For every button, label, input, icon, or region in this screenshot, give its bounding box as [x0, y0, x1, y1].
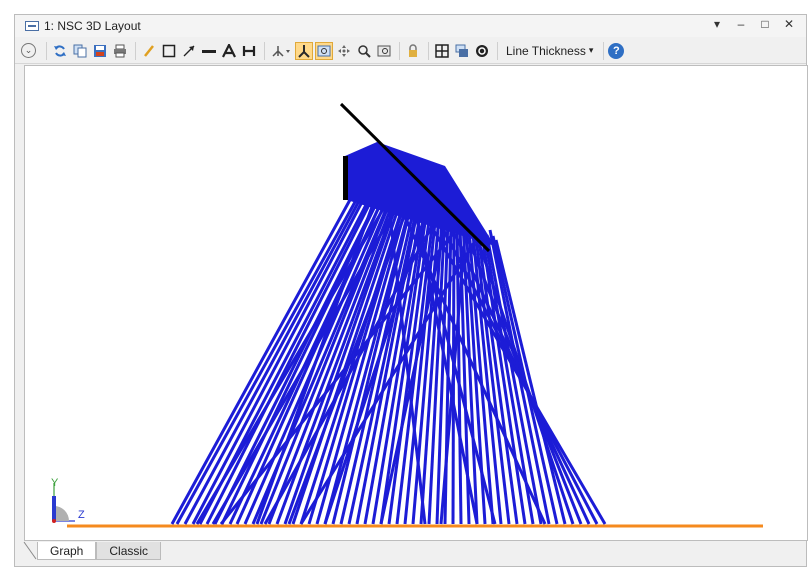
refresh-icon [54, 44, 66, 57]
tab-corner-icon [23, 541, 37, 560]
axes-icon [298, 44, 310, 58]
toolbar: ⌄ Line Thickness ▾ ? [15, 38, 806, 64]
axis-origin [52, 519, 56, 523]
arrow-icon [183, 45, 195, 56]
window-icon [25, 21, 39, 31]
windows-icon [455, 44, 468, 57]
caret-down-icon: ▾ [588, 45, 594, 55]
fit-view-button[interactable] [315, 41, 333, 60]
help-button[interactable]: ? [608, 42, 625, 59]
copy-icon [73, 44, 87, 57]
maximize-button[interactable]: □ [758, 17, 772, 31]
line-icon [202, 49, 216, 53]
layout-plot-area[interactable]: YZ [24, 65, 808, 541]
draw-dimension-button[interactable] [240, 42, 258, 60]
view-tabs: Graph Classic [23, 540, 162, 560]
animate-button[interactable] [473, 42, 491, 60]
toolbar-separator [135, 41, 136, 60]
rectangle-icon [162, 44, 176, 57]
draw-pencil-button[interactable] [140, 42, 158, 60]
layout-grid-button[interactable] [433, 42, 451, 60]
axis-quadrant [54, 506, 69, 521]
ray-path [485, 234, 543, 525]
toolbar-separator [399, 41, 400, 60]
line-thickness-dropdown[interactable]: Line Thickness ▾ [506, 44, 593, 58]
zoom-window-button[interactable] [375, 42, 393, 60]
nsc-3d-layout-window: 1: NSC 3D Layout ▾ – □ ✕ ⌄ Line Thicknes… [14, 14, 808, 567]
axis-origin-bar [52, 496, 56, 521]
draw-rectangle-button[interactable] [160, 42, 178, 60]
tab-classic[interactable]: Classic [96, 542, 162, 560]
source-edge [343, 156, 348, 200]
window-controls: ▾ – □ ✕ [710, 17, 796, 31]
rotate-view-button[interactable] [269, 42, 293, 60]
toolbar-separator [46, 41, 47, 60]
zoom-window-icon [377, 45, 391, 56]
rotate-axes-icon [272, 45, 290, 57]
windows-button[interactable] [453, 42, 471, 60]
help-icon: ? [612, 44, 620, 57]
update-button[interactable] [51, 42, 69, 60]
minimize-button[interactable]: – [734, 17, 748, 31]
toolbar-separator [603, 41, 605, 60]
settings-toggle-button[interactable]: ⌄ [21, 43, 36, 58]
draw-text-button[interactable] [220, 42, 238, 60]
ray-path [494, 239, 567, 525]
magnifier-icon [358, 44, 371, 58]
pan-button[interactable] [335, 42, 353, 60]
window-menu-button[interactable]: ▾ [710, 17, 724, 31]
line-thickness-label: Line Thickness [506, 43, 586, 58]
z-axis-label: Z [78, 509, 85, 521]
draw-line-button[interactable] [200, 42, 218, 60]
close-button[interactable]: ✕ [782, 17, 796, 31]
title-bar: 1: NSC 3D Layout ▾ – □ ✕ [15, 15, 806, 37]
text-icon [222, 43, 236, 57]
y-axis-label: Y [51, 477, 59, 489]
print-button[interactable] [111, 42, 129, 60]
save-icon [94, 44, 106, 57]
save-button[interactable] [91, 42, 109, 60]
zoom-button[interactable] [355, 42, 373, 60]
copy-button[interactable] [71, 42, 89, 60]
pencil-icon [144, 44, 154, 57]
lock-icon [409, 43, 417, 57]
toolbar-separator [497, 41, 498, 60]
window-title: 1: NSC 3D Layout [44, 19, 141, 33]
axes-view-button[interactable] [295, 41, 313, 60]
lock-button[interactable] [404, 42, 422, 60]
toolbar-separator [264, 41, 265, 60]
3d-layout-scene: YZ [51, 102, 763, 528]
chevron-down-icon: ⌄ [24, 45, 33, 55]
pan-icon [338, 44, 350, 57]
grid-icon [435, 43, 449, 58]
dimension-icon [242, 45, 256, 56]
toolbar-separator [428, 41, 429, 60]
zoom-fit-icon [317, 45, 331, 56]
print-icon [114, 44, 126, 57]
tab-graph[interactable]: Graph [37, 542, 97, 560]
draw-arrow-button[interactable] [180, 42, 198, 60]
cycle-icon [476, 44, 488, 57]
